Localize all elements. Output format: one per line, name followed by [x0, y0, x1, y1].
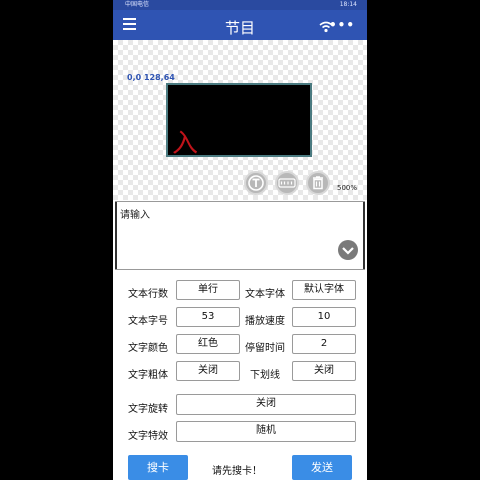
font-label: 文本字体 — [245, 289, 285, 300]
rotate-label: 文字旋转 — [128, 404, 168, 415]
carrier-label: 中国电信 — [125, 1, 150, 8]
speed-label: 播放速度 — [245, 316, 285, 327]
underline-label: 下划线 — [250, 370, 280, 381]
font-size-label: 文本字号 — [128, 316, 168, 327]
stay-time-field[interactable]: 2 — [292, 334, 356, 354]
font-size-field[interactable]: 53 — [176, 307, 240, 327]
text-input[interactable] — [120, 206, 320, 246]
color-label: 文字颜色 — [128, 343, 168, 354]
zoom-level: 500% — [337, 184, 358, 192]
color-select[interactable]: 红色 — [176, 334, 240, 354]
chevron-down-icon[interactable] — [338, 240, 358, 260]
led-preview[interactable]: 入 — [166, 83, 312, 159]
line-count-select[interactable]: 单行 — [176, 280, 240, 300]
speed-field[interactable]: 10 — [292, 307, 356, 327]
input-right-border — [363, 202, 365, 269]
bold-select[interactable]: 关闭 — [176, 361, 240, 381]
underline-select[interactable]: 关闭 — [292, 361, 356, 381]
search-hint: 请先搜卡！ — [212, 466, 262, 477]
stay-time-label: 停留时间 — [245, 343, 285, 354]
coordinate-readout: 0,0 128,64 — [127, 73, 175, 82]
app-bar: 节目 ••• — [113, 10, 367, 40]
rotate-select[interactable]: 关闭 — [176, 394, 356, 415]
effect-label: 文字特效 — [128, 431, 168, 442]
trash-icon[interactable] — [306, 171, 330, 195]
text-input-box — [115, 201, 365, 270]
preview-text: 入 — [172, 129, 199, 159]
send-button[interactable]: 发送 — [292, 455, 352, 480]
canvas-area: 0,0 128,64 入 500% — [113, 40, 367, 200]
line-count-label: 文本行数 — [128, 289, 168, 300]
phone-screen: 中国电信 18:14 节目 ••• 0,0 128,64 入 500% 请输入 … — [113, 0, 367, 480]
text-tool-icon[interactable] — [244, 171, 268, 195]
more-icon[interactable]: ••• — [329, 18, 355, 32]
bold-label: 文字粗体 — [128, 370, 168, 381]
clock-tool-icon[interactable] — [275, 171, 299, 195]
effect-select[interactable]: 随机 — [176, 421, 356, 442]
font-select[interactable]: 默认字体 — [292, 280, 356, 300]
clock-label: 18:14 — [339, 1, 357, 8]
input-left-border — [115, 202, 117, 269]
search-card-button[interactable]: 搜卡 — [128, 455, 188, 480]
status-bar: 中国电信 18:14 — [113, 0, 367, 10]
